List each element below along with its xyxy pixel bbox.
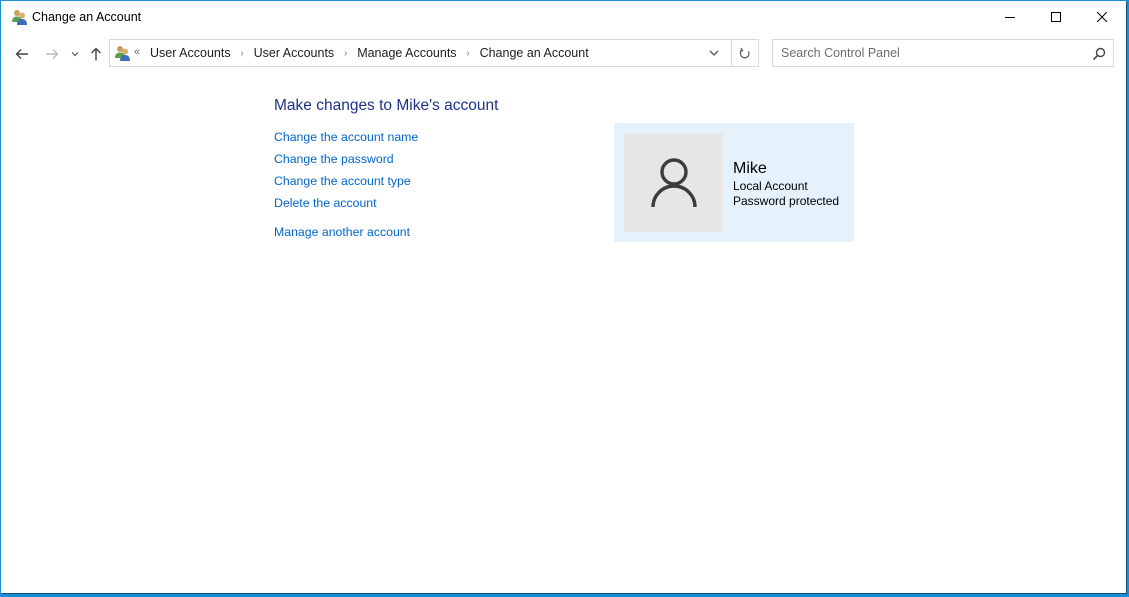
close-icon — [1097, 12, 1107, 22]
control-panel-window: Change an Account « User Accounts › User… — [1, 1, 1126, 593]
up-button[interactable] — [86, 43, 106, 65]
user-accounts-icon — [12, 10, 27, 25]
search-icon[interactable] — [1091, 46, 1107, 62]
page-title: Make changes to Mike's account — [274, 97, 499, 114]
account-task-list: Change the account name Change the passw… — [274, 130, 418, 247]
change-password-link[interactable]: Change the password — [274, 152, 418, 174]
breadcrumb-overflow-button[interactable]: « — [134, 46, 140, 58]
account-password-status: Password protected — [733, 194, 840, 208]
breadcrumb-separator[interactable]: › — [457, 48, 480, 59]
search-box — [772, 39, 1114, 67]
search-input[interactable] — [773, 40, 1091, 66]
breadcrumb-separator[interactable]: › — [334, 48, 357, 59]
main-content: Make changes to Mike's account Change th… — [1, 71, 1126, 591]
close-button[interactable] — [1079, 1, 1125, 33]
maximize-button[interactable] — [1033, 1, 1079, 33]
refresh-icon — [739, 47, 750, 58]
change-account-type-link[interactable]: Change the account type — [274, 174, 418, 196]
arrow-up-icon — [91, 47, 101, 61]
breadcrumb-manage-accounts[interactable]: Manage Accounts — [357, 46, 456, 60]
arrow-left-icon — [15, 49, 28, 59]
arrow-right-icon — [46, 49, 59, 59]
recent-locations-button[interactable] — [68, 43, 82, 65]
minimize-button[interactable] — [987, 1, 1033, 33]
account-name: Mike — [733, 160, 767, 177]
change-account-name-link[interactable]: Change the account name — [274, 130, 418, 152]
address-history-button[interactable] — [702, 40, 726, 66]
chevron-down-icon — [71, 52, 79, 57]
breadcrumb-separator[interactable]: › — [231, 48, 254, 59]
user-icon — [650, 157, 697, 207]
user-accounts-icon — [115, 46, 130, 61]
avatar — [624, 133, 723, 232]
navigation-bar: « User Accounts › User Accounts › Manage… — [1, 37, 1126, 71]
maximize-icon — [1051, 12, 1061, 22]
breadcrumb: User Accounts › User Accounts › Manage A… — [150, 46, 589, 60]
refresh-button[interactable] — [732, 40, 758, 66]
forward-button[interactable] — [42, 43, 62, 65]
back-button[interactable] — [12, 43, 32, 65]
chevron-down-icon — [709, 50, 719, 56]
title-bar[interactable]: Change an Account — [1, 1, 1126, 33]
breadcrumb-change-an-account[interactable]: Change an Account — [480, 46, 589, 60]
account-type: Local Account — [733, 179, 808, 193]
delete-account-link[interactable]: Delete the account — [274, 196, 418, 218]
manage-another-account-link[interactable]: Manage another account — [274, 225, 418, 247]
window-title: Change an Account — [32, 10, 142, 24]
breadcrumb-user-accounts-root[interactable]: User Accounts — [150, 46, 231, 60]
account-tile: Mike Local Account Password protected — [614, 123, 854, 242]
breadcrumb-user-accounts[interactable]: User Accounts — [254, 46, 335, 60]
minimize-icon — [1005, 17, 1015, 18]
address-bar[interactable]: « User Accounts › User Accounts › Manage… — [109, 39, 759, 67]
